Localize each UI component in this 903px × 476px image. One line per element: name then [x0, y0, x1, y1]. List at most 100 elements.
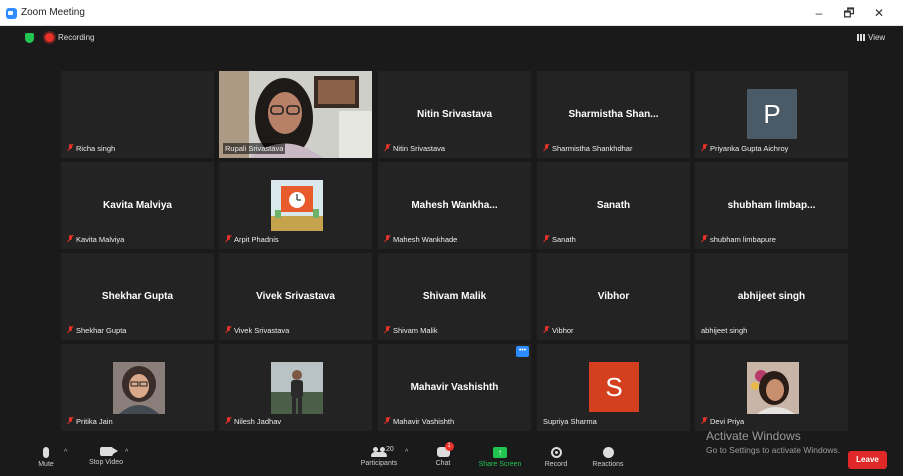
participant-tile[interactable]: Mahesh Wankha... Mahesh Wankhade [378, 162, 531, 249]
participant-tile[interactable]: Pritika Jain [61, 344, 214, 431]
view-button[interactable]: View [857, 33, 885, 42]
chat-label: Chat [435, 460, 451, 467]
reactions-button[interactable]: Reactions [588, 441, 628, 476]
participant-display-name: Vivek Srivastava [256, 291, 335, 302]
participant-tile[interactable]: P Priyanka Gupta Aichroy [695, 71, 848, 158]
mic-muted-icon [67, 144, 73, 152]
participant-display-name: Shekhar Gupta [101, 291, 174, 302]
mic-muted-icon [701, 144, 707, 152]
close-button[interactable]: ✕ [868, 4, 890, 22]
profile-photo [113, 362, 165, 414]
mic-muted-icon [701, 235, 707, 243]
participant-tile[interactable]: Vivek Srivastava Vivek Srivastava [219, 253, 372, 340]
recording-label: Recording [58, 33, 95, 42]
participant-name-label: Rupali Srivastava [223, 143, 286, 154]
reactions-label: Reactions [592, 461, 624, 468]
windows-activation-watermark: Activate Windows Go to Settings to activ… [706, 429, 840, 455]
mic-muted-icon [67, 326, 73, 334]
smiley-icon [602, 447, 614, 458]
minimize-button[interactable]: – [808, 4, 830, 22]
participant-tile[interactable]: Richa singh [61, 71, 214, 158]
participant-name-label: Pritika Jain [65, 416, 115, 427]
participant-options-icon[interactable]: ••• [516, 346, 529, 357]
restore-button[interactable]: 🗗 [838, 4, 860, 22]
microphone-icon [43, 447, 49, 458]
participant-name-label: Devi Priya [699, 416, 746, 427]
mic-muted-icon [543, 235, 549, 243]
participant-name-label: abhijeet singh [701, 326, 748, 335]
audio-options-chevron-icon[interactable]: ^ [64, 449, 67, 456]
participant-tile[interactable]: Shekhar Gupta Shekhar Gupta [61, 253, 214, 340]
participant-name-label: Vibhor [541, 325, 576, 336]
participant-name-label: shubham limbapure [699, 234, 778, 245]
participant-tile[interactable]: Sharmistha Shan... Sharmistha Shankhdhar [537, 71, 690, 158]
watermark-title: Activate Windows [706, 429, 801, 443]
participant-name-label: Mahavir Vashishth [382, 416, 456, 427]
participant-tile[interactable]: S Supriya Sharma [537, 344, 690, 431]
participants-button[interactable]: Participants [352, 441, 406, 476]
participant-name-label: Shekhar Gupta [65, 325, 128, 336]
share-screen-label: Share Screen [478, 461, 522, 468]
participant-tile[interactable]: Nitin Srivastava Nitin Srivastava [378, 71, 531, 158]
participant-tile[interactable]: abhijeet singh abhijeet singh [695, 253, 848, 340]
mic-muted-icon [225, 417, 231, 425]
participant-display-name: Sanath [596, 200, 631, 211]
recording-icon [45, 33, 54, 42]
participant-count: 20 [386, 446, 394, 453]
participant-display-name: Nitin Srivastava [416, 109, 493, 120]
participant-name-label: Richa singh [65, 143, 117, 154]
mic-muted-icon [384, 326, 390, 334]
mic-muted-icon [543, 144, 549, 152]
mic-muted-icon [225, 326, 231, 334]
watermark-subtitle: Go to Settings to activate Windows. [706, 445, 841, 455]
participant-tile[interactable]: Nilesh Jadhav [219, 344, 372, 431]
participant-tile[interactable]: Arpit Phadnis [219, 162, 372, 249]
record-button[interactable]: Record [540, 441, 572, 476]
participant-name-label: Sharmistha Shankhdhar [541, 143, 634, 154]
participant-tile[interactable]: Vibhor Vibhor [537, 253, 690, 340]
chat-icon: 1 [436, 442, 454, 457]
participants-options-chevron-icon[interactable]: ^ [405, 449, 408, 456]
participant-name-label: Priyanka Gupta Aichroy [699, 143, 790, 154]
participant-tile[interactable]: shubham limbap... shubham limbapure [695, 162, 848, 249]
share-screen-button[interactable]: ↑ Share Screen [474, 441, 526, 476]
participants-icon [371, 447, 387, 457]
video-options-chevron-icon[interactable]: ^ [125, 449, 128, 456]
participant-tile[interactable]: Devi Priya [695, 344, 848, 431]
participant-display-name: Sharmistha Shan... [568, 109, 659, 120]
participant-display-name: Shivam Malik [422, 291, 487, 302]
zoom-app-icon [6, 8, 17, 19]
mic-muted-icon [701, 417, 707, 425]
security-shield-icon[interactable] [25, 33, 34, 43]
title-bar: Zoom Meeting – 🗗 ✕ [0, 0, 903, 26]
participant-name-label: Nitin Srivastava [382, 143, 447, 154]
participant-tile[interactable]: Sanath Sanath [537, 162, 690, 249]
stop-video-label: Stop Video [88, 459, 124, 466]
participant-display-name: shubham limbap... [727, 200, 816, 211]
grid-view-icon [857, 34, 865, 41]
mic-muted-icon [384, 417, 390, 425]
leave-button[interactable]: Leave [848, 451, 887, 469]
participant-tile[interactable]: Shivam Malik Shivam Malik [378, 253, 531, 340]
participant-tile-active-speaker[interactable]: Rupali Srivastava [219, 71, 372, 158]
participant-name-label: Vivek Srivastava [223, 325, 291, 336]
video-camera-icon [99, 447, 118, 456]
stop-video-button[interactable]: Stop Video [84, 441, 128, 476]
participant-name-label: Kavita Malviya [65, 234, 126, 245]
participant-name-label: Nilesh Jadhav [223, 416, 283, 427]
participant-name-label: Sanath [541, 234, 578, 245]
participant-tile[interactable]: Mahavir Vashishth Mahavir Vashishth [378, 344, 531, 431]
share-screen-arrow-icon: ↑ [493, 447, 507, 458]
mic-muted-icon [67, 235, 73, 243]
profile-photo [747, 362, 799, 414]
participant-tile[interactable]: Kavita Malviya Kavita Malviya [61, 162, 214, 249]
mute-button[interactable]: Mute [30, 441, 62, 476]
mic-muted-icon [384, 144, 390, 152]
view-label: View [868, 33, 886, 42]
record-icon [550, 447, 562, 458]
profile-photo [271, 180, 323, 231]
avatar-letter: P [747, 89, 797, 139]
chat-button[interactable]: 1 Chat [428, 441, 458, 476]
record-label: Record [544, 461, 568, 468]
participant-name-label: Arpit Phadnis [223, 234, 281, 245]
